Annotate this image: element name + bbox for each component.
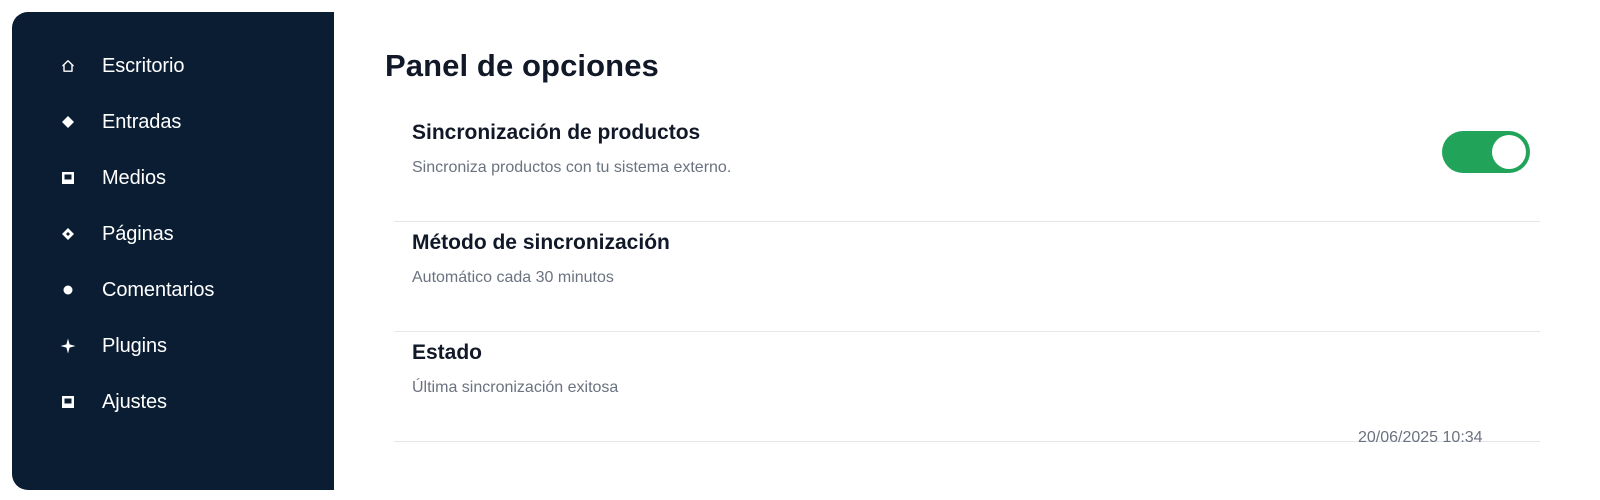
sidebar-item-label: Ajustes (102, 391, 167, 413)
sidebar-item-ajustes[interactable]: Ajustes (12, 382, 334, 422)
comment-icon (60, 270, 76, 310)
main-panel: Panel de opciones Sincronización de prod… (334, 12, 1600, 500)
setting-row-status: Estado Última sincronización exitosa (394, 331, 1540, 442)
setting-title: Método de sincronización (412, 231, 670, 254)
sidebar-item-medios[interactable]: Medios (12, 158, 334, 198)
pages-icon (60, 214, 76, 254)
sidebar: Escritorio Entradas Medios Páginas Comen (12, 12, 334, 490)
diamond-icon (60, 102, 76, 142)
sidebar-item-entradas[interactable]: Entradas (12, 102, 334, 142)
settings-icon (60, 382, 76, 422)
setting-description: Automático cada 30 minutos (412, 269, 614, 286)
sidebar-item-comentarios[interactable]: Comentarios (12, 270, 334, 310)
product-sync-toggle[interactable] (1442, 131, 1530, 173)
page-title: Panel de opciones (385, 48, 659, 83)
sidebar-item-label: Comentarios (102, 279, 215, 301)
setting-description: Sincroniza productos con tu sistema exte… (412, 159, 732, 176)
sidebar-item-plugins[interactable]: Plugins (12, 326, 334, 366)
setting-row-product-sync: Sincronización de productos Sincroniza p… (394, 111, 1540, 222)
plugin-icon (60, 326, 76, 366)
sidebar-item-label: Entradas (102, 111, 182, 133)
setting-title: Estado (412, 341, 483, 364)
sidebar-item-label: Escritorio (102, 55, 185, 77)
toggle-knob (1492, 135, 1526, 169)
app-window: Escritorio Entradas Medios Páginas Comen (0, 0, 1600, 500)
last-sync-timestamp: 20/06/2025 10:34 (1358, 429, 1483, 446)
sidebar-item-label: Medios (102, 167, 166, 189)
setting-title: Sincronización de productos (412, 121, 701, 144)
sidebar-item-paginas[interactable]: Páginas (12, 214, 334, 254)
media-icon (60, 158, 76, 198)
sidebar-item-escritorio[interactable]: Escritorio (12, 46, 334, 86)
setting-row-sync-method: Método de sincronización Automático cada… (394, 221, 1540, 332)
home-icon (60, 46, 76, 86)
setting-description: Última sincronización exitosa (412, 379, 619, 396)
sidebar-item-label: Plugins (102, 335, 167, 357)
sidebar-item-label: Páginas (102, 223, 174, 245)
